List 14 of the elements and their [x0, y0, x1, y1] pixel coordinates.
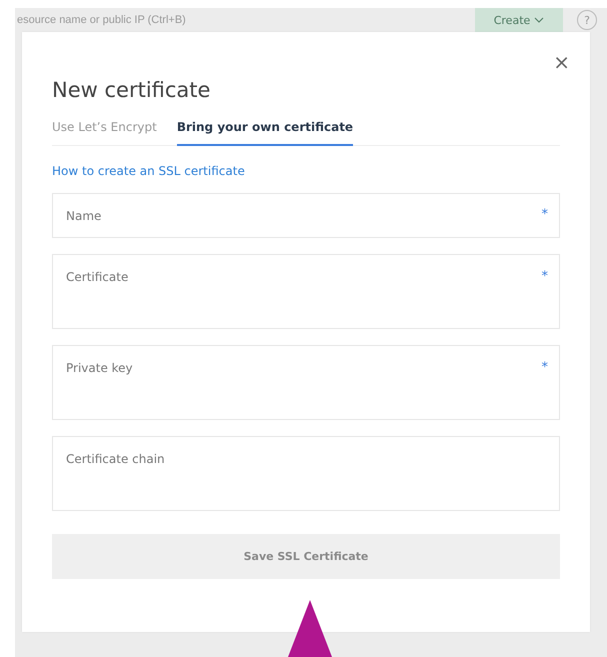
create-button[interactable]: Create: [475, 8, 563, 32]
close-button[interactable]: ×: [553, 52, 570, 72]
text-area[interactable]: Certificate chain: [52, 436, 560, 511]
search-field[interactable]: esource name or public IP (Ctrl+B): [15, 10, 461, 30]
arrow-icon: [288, 600, 332, 657]
help-link[interactable]: How to create an SSL certificate: [52, 164, 245, 178]
required-mark: *: [542, 269, 548, 284]
tab[interactable]: Bring your own certificate: [176, 120, 354, 146]
chevron-icon: [534, 17, 544, 23]
tab[interactable]: Use Let’s Encrypt: [52, 120, 157, 146]
dialog-title: New certificate: [52, 78, 212, 102]
help-icon[interactable]: ?: [577, 10, 597, 30]
required-mark: *: [542, 360, 548, 375]
required-mark: *: [542, 207, 548, 222]
